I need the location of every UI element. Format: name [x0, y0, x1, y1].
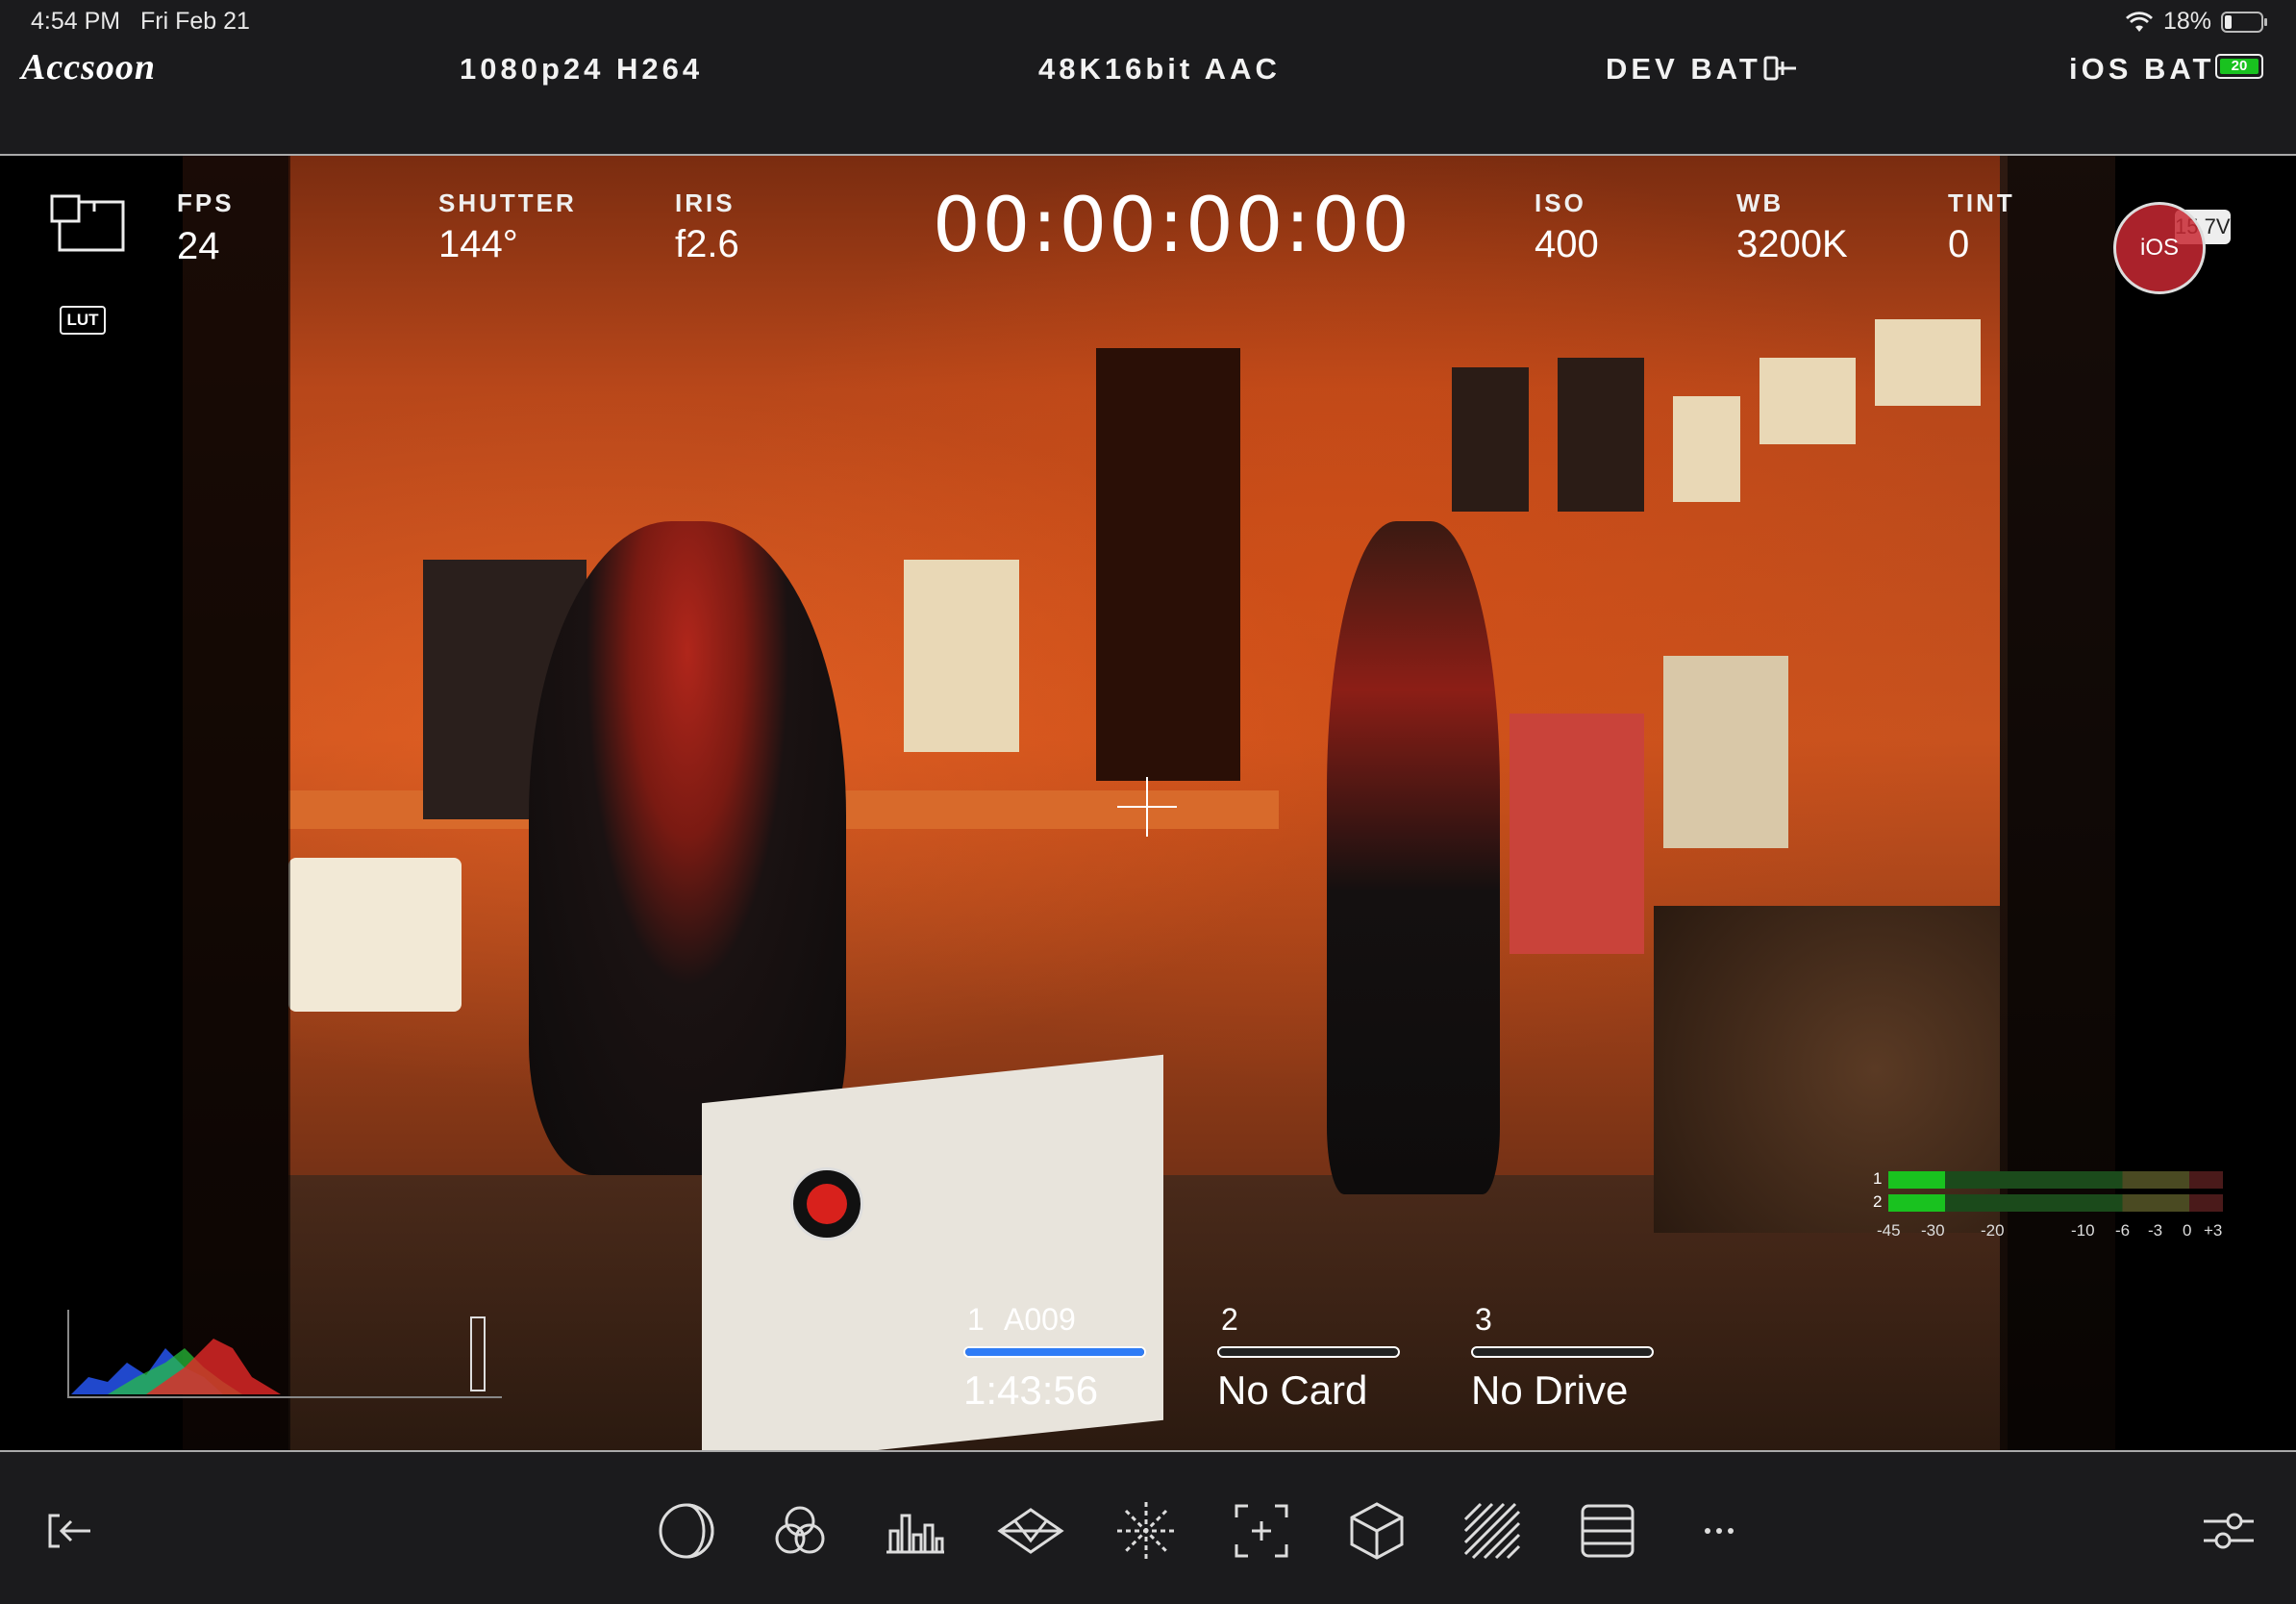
timecode: 00:00:00:00 [933, 183, 1411, 269]
tint-label: TINT [1948, 188, 2015, 217]
iso-value[interactable]: 400 [1535, 223, 1599, 266]
shutter-label: SHUTTER [438, 188, 577, 217]
status-date: Fri Feb 21 [140, 8, 250, 35]
iris-label: IRIS [675, 188, 736, 217]
lut-cube-icon[interactable] [1342, 1496, 1411, 1566]
slot-2-status[interactable]: No Card [1217, 1367, 1367, 1414]
left-pillar [0, 156, 183, 1450]
false-color-icon[interactable] [652, 1496, 721, 1566]
focus-peaking-icon[interactable] [1111, 1496, 1181, 1566]
ios-battery-value: 20 [2220, 59, 2259, 74]
waveform-icon[interactable] [996, 1496, 1065, 1566]
status-right: 18% [2125, 8, 2269, 36]
slot-3-status[interactable]: No Drive [1471, 1367, 1628, 1414]
wifi-icon [2125, 11, 2153, 32]
slot-1-remaining[interactable]: 1:43:56 [963, 1367, 1098, 1414]
exit-icon[interactable] [35, 1496, 104, 1566]
video-format: 1080p24 H264 [460, 52, 704, 86]
dev-battery-icon [1763, 56, 1796, 81]
tint-value[interactable]: 0 [1948, 223, 1969, 266]
frame-guide-icon[interactable] [1227, 1496, 1296, 1566]
iris-value[interactable]: f2.6 [675, 223, 739, 266]
battery-percent: 18% [2162, 8, 2211, 35]
camera-feed-image [183, 156, 2115, 1450]
wb-value[interactable]: 3200K [1736, 223, 1848, 266]
dev-battery-label: DEV BAT [1606, 52, 1761, 86]
histogram [67, 1310, 502, 1398]
status-time: 4:54 PM [31, 8, 121, 35]
iso-label: ISO [1535, 188, 1586, 217]
lut-button[interactable]: LUT [60, 306, 106, 335]
color-channels-icon[interactable] [765, 1496, 835, 1566]
ios-battery-icon: 20 [2215, 54, 2263, 79]
grid-icon[interactable] [1573, 1496, 1642, 1566]
accsoon-logo: Accsoon [21, 47, 156, 88]
live-video-viewport[interactable]: LUT FPS 24 SHUTTER 144° IRIS f2.6 00:00:… [0, 154, 2296, 1452]
record-icon [807, 1184, 847, 1224]
slot-3-bar [1471, 1346, 1654, 1358]
slot-1-clip: A009 [1004, 1302, 1076, 1337]
slot-2-bar [1217, 1346, 1400, 1358]
fps-value[interactable]: 24 [177, 225, 220, 268]
audio-meter: 1 2 -45 -30 -20 -10 -6 -3 0 +3 [1873, 1169, 2223, 1240]
slot-2-number: 2 [1221, 1302, 1238, 1337]
slot-3-number: 3 [1475, 1302, 1492, 1337]
histogram-icon[interactable] [881, 1496, 950, 1566]
audio-format: 48K16bit AAC [1038, 52, 1281, 86]
ios-status-bar: 4:54 PM Fri Feb 21 18% [0, 0, 2296, 42]
record-button[interactable] [790, 1167, 863, 1241]
ios-battery-label: iOS BAT [2069, 52, 2215, 86]
zebra-icon[interactable] [1458, 1496, 1527, 1566]
wb-label: WB [1736, 188, 1784, 217]
more-icon[interactable] [1685, 1496, 1754, 1566]
shutter-value[interactable]: 144° [438, 223, 518, 266]
slot-1-bar [963, 1346, 1146, 1358]
settings-sliders-icon[interactable] [2194, 1496, 2263, 1566]
battery-icon [2221, 11, 2267, 33]
monitor-switch-icon[interactable] [48, 194, 129, 256]
slot-1-number: 1 [967, 1302, 985, 1337]
fps-label: FPS [177, 188, 235, 217]
ios-overlay-button[interactable]: iOS [2113, 202, 2206, 294]
